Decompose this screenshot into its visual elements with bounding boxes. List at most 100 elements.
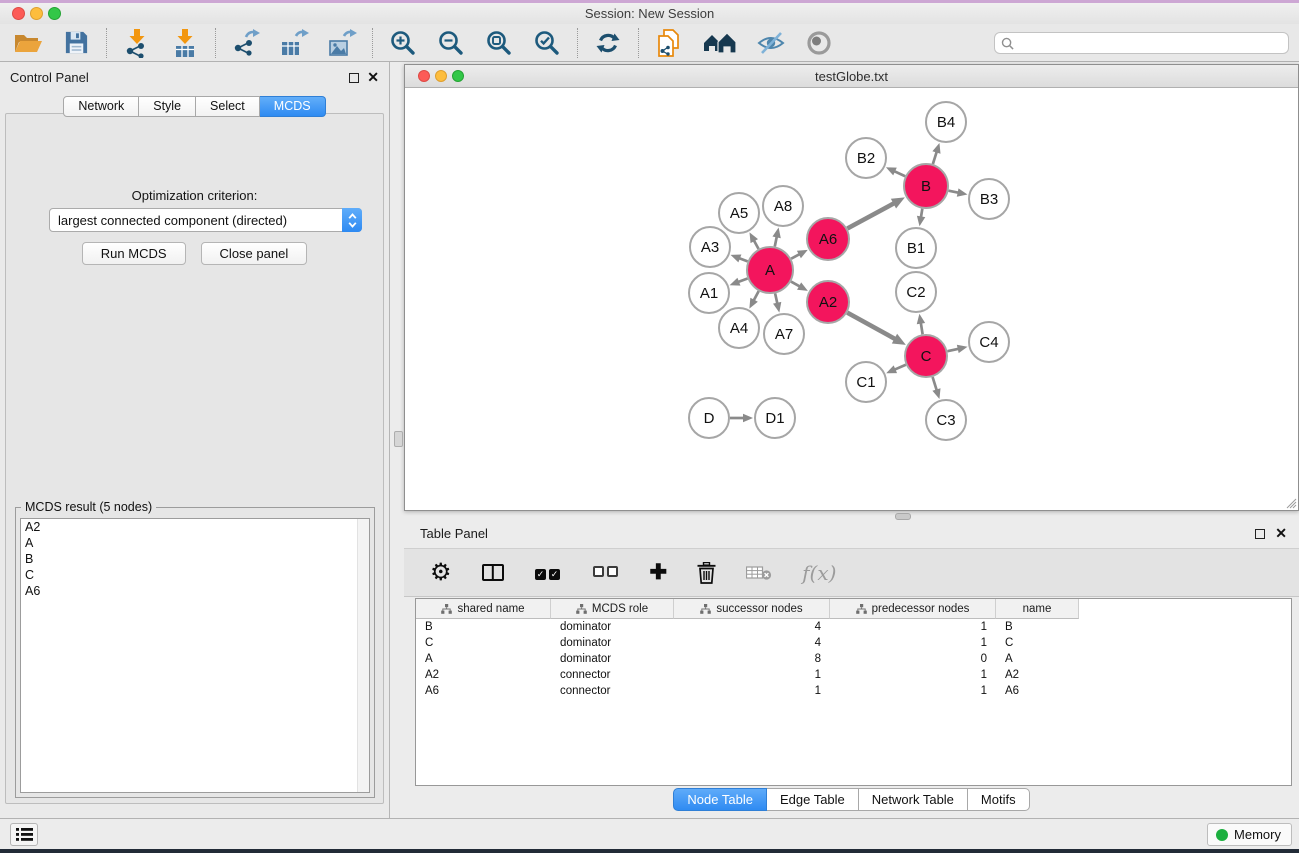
tab-style[interactable]: Style [139, 96, 196, 117]
graph-edge-A2-C[interactable] [847, 313, 896, 340]
table-cell[interactable]: dominator [551, 635, 674, 651]
graph-edge-C-C1[interactable] [894, 365, 906, 370]
import-network-button[interactable] [121, 27, 153, 59]
table-cell[interactable]: C [416, 635, 551, 651]
table-cell[interactable]: connector [551, 683, 674, 699]
graph-node-A4[interactable]: A4 [719, 308, 759, 348]
close-table-panel-button[interactable]: ✕ [1275, 525, 1287, 542]
table-settings-button[interactable]: ⚙ [430, 558, 452, 588]
float-panel-button[interactable] [349, 73, 359, 83]
graph-node-C[interactable]: C [905, 335, 947, 377]
table-row[interactable]: Bdominator41B [416, 619, 1291, 635]
memory-button[interactable]: Memory [1207, 823, 1292, 846]
close-panel-action-button[interactable]: Close panel [201, 242, 308, 265]
mcds-result-list[interactable]: A2ABCA6 [20, 518, 370, 793]
table-cell[interactable]: A [996, 651, 1079, 667]
mcds-result-item[interactable]: C [21, 567, 369, 583]
table-row[interactable]: A2connector11A2 [416, 667, 1291, 683]
graph-node-C1[interactable]: C1 [846, 362, 886, 402]
graph-node-B3[interactable]: B3 [969, 179, 1009, 219]
graph-edge-A6-B[interactable] [847, 203, 895, 229]
column-header-name[interactable]: name [996, 599, 1079, 619]
open-session-button[interactable] [12, 27, 44, 59]
export-table-button[interactable] [278, 27, 310, 59]
graph-node-B2[interactable]: B2 [846, 138, 886, 178]
result-list-scrollbar[interactable] [357, 519, 369, 792]
table-cell[interactable]: dominator [551, 619, 674, 635]
table-cell[interactable]: 1 [830, 635, 996, 651]
show-all-button[interactable] [803, 27, 835, 59]
tab-select[interactable]: Select [196, 96, 260, 117]
table-cell[interactable]: C [996, 635, 1079, 651]
tab-mcds[interactable]: MCDS [260, 96, 326, 117]
graph-edge-B-B4[interactable] [933, 151, 937, 164]
column-header-predecessor-nodes[interactable]: predecessor nodes [830, 599, 996, 619]
zoom-selected-button[interactable] [531, 27, 563, 59]
mcds-result-item[interactable]: B [21, 551, 369, 567]
tab-motifs[interactable]: Motifs [968, 788, 1030, 811]
tab-edge-table[interactable]: Edge Table [767, 788, 859, 811]
network-canvas[interactable]: B4B2BB3A5A8A6A3B1AA1A2C2A4A7CC4C1C3DD1 [405, 89, 1298, 510]
graph-node-B4[interactable]: B4 [926, 102, 966, 142]
delete-table-button[interactable] [746, 558, 772, 588]
table-cell[interactable]: connector [551, 667, 674, 683]
table-cell[interactable]: 8 [674, 651, 830, 667]
table-cell[interactable]: B [416, 619, 551, 635]
function-builder-button[interactable]: f(x) [802, 558, 836, 588]
float-table-panel-button[interactable] [1255, 529, 1265, 539]
graph-edge-C-C3[interactable] [933, 377, 937, 391]
resize-grip-icon[interactable] [1284, 496, 1297, 509]
zoom-out-button[interactable] [435, 27, 467, 59]
table-cell[interactable]: B [996, 619, 1079, 635]
tab-node-table[interactable]: Node Table [673, 788, 767, 811]
table-cell[interactable]: 1 [674, 683, 830, 699]
run-mcds-button[interactable]: Run MCDS [82, 242, 186, 265]
table-cell[interactable]: A2 [416, 667, 551, 683]
graph-node-A[interactable]: A [747, 247, 793, 293]
task-history-button[interactable] [10, 823, 38, 846]
table-cell[interactable]: 4 [674, 635, 830, 651]
graph-node-A8[interactable]: A8 [763, 186, 803, 226]
table-cell[interactable]: dominator [551, 651, 674, 667]
column-header-MCDS-role[interactable]: MCDS role [551, 599, 674, 619]
table-cell[interactable]: 1 [830, 683, 996, 699]
table-cell[interactable]: A6 [996, 683, 1079, 699]
graph-node-A5[interactable]: A5 [719, 193, 759, 233]
graph-node-A3[interactable]: A3 [690, 227, 730, 267]
column-header-successor-nodes[interactable]: successor nodes [674, 599, 830, 619]
duplicate-network-button[interactable] [653, 27, 685, 59]
search-input[interactable] [1018, 34, 1288, 52]
delete-column-button[interactable] [697, 558, 716, 588]
graph-node-B1[interactable]: B1 [896, 228, 936, 268]
table-row[interactable]: A6connector11A6 [416, 683, 1291, 699]
table-cell[interactable]: 1 [674, 667, 830, 683]
column-header-shared-name[interactable]: shared name [416, 599, 551, 619]
add-column-button[interactable]: ✚ [650, 558, 668, 588]
tab-network-table[interactable]: Network Table [859, 788, 968, 811]
zoom-fit-button[interactable] [483, 27, 515, 59]
graph-node-A2[interactable]: A2 [807, 281, 849, 323]
deselect-all-columns-button[interactable] [592, 558, 620, 588]
horizontal-splitter-handle[interactable] [895, 513, 911, 520]
table-cell[interactable]: 0 [830, 651, 996, 667]
table-cell[interactable]: A [416, 651, 551, 667]
save-session-button[interactable] [60, 27, 92, 59]
table-cell[interactable]: A6 [416, 683, 551, 699]
graph-node-D[interactable]: D [689, 398, 729, 438]
graph-node-A6[interactable]: A6 [807, 218, 849, 260]
mcds-result-item[interactable]: A6 [21, 583, 369, 599]
table-cell[interactable]: A2 [996, 667, 1079, 683]
graph-node-B[interactable]: B [904, 164, 948, 208]
graph-node-D1[interactable]: D1 [755, 398, 795, 438]
hide-unselected-button[interactable] [755, 27, 787, 59]
mcds-result-item[interactable]: A2 [21, 519, 369, 535]
refresh-network-button[interactable] [592, 27, 624, 59]
table-row[interactable]: Adominator80A [416, 651, 1291, 667]
graph-node-A1[interactable]: A1 [689, 273, 729, 313]
mcds-result-item[interactable]: A [21, 535, 369, 551]
table-cell[interactable]: 4 [674, 619, 830, 635]
graph-node-C2[interactable]: C2 [896, 272, 936, 312]
export-image-button[interactable] [326, 27, 358, 59]
vertical-splitter-handle[interactable] [394, 431, 403, 447]
graph-node-C3[interactable]: C3 [926, 400, 966, 440]
